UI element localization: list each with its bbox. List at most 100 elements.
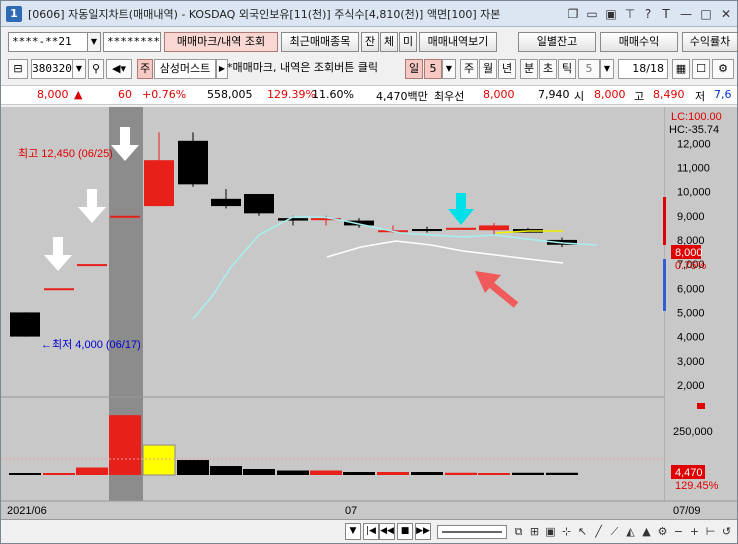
maximize-small-icon[interactable]: ▣	[602, 5, 620, 23]
crosshair-icon[interactable]: ⊹	[559, 523, 574, 540]
checkbox-icon[interactable]: ☐	[692, 59, 710, 79]
chart-type-icon[interactable]: ▲	[639, 523, 654, 540]
period-year-button[interactable]: 년	[498, 59, 516, 79]
low-price: 7,6	[714, 88, 732, 101]
chart-navigation: ▼ |◀ ◀◀ ■ ▶▶ ⧉ ⊞ ▣ ⊹ ↖ ╱ ⟋ ◭ ▲ ⚙ − + ⊢ ↺	[1, 519, 737, 543]
stock-name-field[interactable]: 삼성머스트	[154, 59, 216, 79]
recent-trades-button[interactable]: 최근매매종목	[281, 32, 359, 52]
trade-profit-button[interactable]: 매매수익	[600, 32, 678, 52]
turnover-rate: 11.60%	[312, 88, 354, 101]
volume-scale-marker	[697, 403, 705, 409]
account-dropdown-icon[interactable]: ▼	[87, 32, 101, 52]
zoom-slider[interactable]	[437, 525, 507, 539]
period-tick-button[interactable]: 틱	[558, 59, 576, 79]
zoom-out-icon[interactable]: −	[671, 523, 686, 540]
volume-bar	[310, 470, 342, 475]
scroll-forward-icon[interactable]: ▶▶	[415, 523, 431, 540]
minimize-icon[interactable]: —	[677, 5, 695, 23]
period-week-button[interactable]: 주	[460, 59, 478, 79]
price-chart[interactable]: 최고 12,450 (06/25) ←최저 4,000 (06/17) 12,0…	[1, 107, 737, 519]
tick-dropdown-icon[interactable]: ▼	[600, 59, 614, 79]
scroll-down-icon[interactable]: ▼	[345, 523, 361, 540]
stock-code-dropdown-icon[interactable]: ▼	[72, 59, 86, 79]
period-day-button[interactable]: 일	[405, 59, 423, 79]
date-axis	[1, 501, 737, 519]
password-input[interactable]: *********	[103, 32, 161, 52]
scroll-first-icon[interactable]: |◀	[363, 523, 379, 540]
arrow-icon[interactable]: ↖	[575, 523, 590, 540]
account-input[interactable]: ****-**21	[8, 32, 88, 52]
best-ask: 8,000	[483, 88, 515, 101]
candle-body	[479, 225, 509, 231]
tick-value-field[interactable]: 5	[578, 59, 600, 79]
candle-body	[446, 227, 476, 230]
close-icon[interactable]: ✕	[717, 5, 735, 23]
period-value-field[interactable]: 5	[424, 59, 442, 79]
scroll-back-icon[interactable]: ◀◀	[379, 523, 395, 540]
pin-icon[interactable]: ⊤	[621, 5, 639, 23]
price-summary: 8,000 ▲ 60 +0.76% 558,005 129.39% 11.60%…	[1, 85, 737, 105]
period-minute-button[interactable]: 분	[520, 59, 538, 79]
speaker-icon[interactable]: ◀▾	[106, 59, 132, 79]
current-price: 8,000	[37, 88, 69, 101]
shape-icon[interactable]: ◭	[623, 523, 638, 540]
layout-icon[interactable]: ⊟	[8, 59, 28, 79]
trade-history-button[interactable]: 매매내역보기	[419, 32, 497, 52]
grid-icon[interactable]: ⊞	[527, 523, 542, 540]
yield-button[interactable]: 수익률차	[682, 32, 738, 52]
volume-bar	[411, 472, 443, 475]
window-icon[interactable]: ▣	[543, 523, 558, 540]
window-number-icon[interactable]: 1	[6, 6, 22, 22]
trend-icon[interactable]: ⟋	[607, 523, 622, 540]
page-count-field[interactable]: 18/18	[618, 59, 668, 79]
candle-body	[244, 194, 274, 214]
period-month-button[interactable]: 월	[479, 59, 497, 79]
zoom-in-icon[interactable]: +	[687, 523, 702, 540]
stop-icon[interactable]: ■	[397, 523, 413, 540]
period-dropdown-icon[interactable]: ▼	[442, 59, 456, 79]
price-axis-tick: 6,000	[677, 283, 705, 295]
layout-icon-2[interactable]: ⧉	[511, 523, 526, 540]
executed-button[interactable]: 체	[380, 32, 398, 52]
up-arrow-icon: ▲	[74, 88, 83, 101]
text-size-icon[interactable]: T	[657, 5, 675, 23]
best-bid: 7,940	[538, 88, 570, 101]
candle-body	[278, 218, 308, 221]
help-icon[interactable]: ?	[639, 5, 657, 23]
line-tool-icon[interactable]: ╱	[591, 523, 606, 540]
fit-icon[interactable]: ⊢	[703, 523, 718, 540]
reset-icon[interactable]: ↺	[719, 523, 734, 540]
date-right: 07/09	[673, 505, 701, 517]
volume-ratio: 129.39%	[267, 88, 316, 101]
date-mid: 07	[345, 505, 357, 517]
daily-balance-button[interactable]: 일별잔고	[518, 32, 596, 52]
table-icon[interactable]: ▦	[672, 59, 690, 79]
settings-icon[interactable]: ⚙	[712, 59, 734, 79]
stock-code-input[interactable]: 380320	[31, 59, 73, 79]
price-axis-tick: 5,000	[677, 307, 705, 319]
restore-icon[interactable]: ❐	[564, 5, 582, 23]
volume-bar	[177, 460, 209, 475]
search-icon[interactable]: ⚲	[88, 59, 104, 79]
mark-view-button[interactable]: 매매마크/내역 조회	[164, 32, 278, 52]
account-toolbar: ****-**21 ▼ ********* 매매마크/내역 조회 최근매매종목 …	[1, 28, 738, 56]
minimize-small-icon[interactable]: ▭	[583, 5, 601, 23]
period-second-button[interactable]: 초	[539, 59, 557, 79]
candle-body	[178, 140, 208, 185]
low-label: 저	[695, 90, 706, 103]
chart-canvas[interactable]: 최고 12,450 (06/25) ←최저 4,000 (06/17) 12,0…	[1, 107, 737, 519]
unfilled-button[interactable]: 미	[399, 32, 417, 52]
red-scale-bar	[663, 197, 666, 245]
stock-toolbar: ⊟ 380320 ▼ ⚲ ◀▾ 주 삼성머스트 ▶ *매매마크, 내역은 조회버…	[1, 56, 737, 82]
stock-type-button[interactable]: 주	[137, 59, 153, 79]
trade-amount: 4,470백만	[376, 90, 428, 103]
volume-bar	[377, 472, 409, 475]
price-axis-tick: 4,000	[677, 332, 705, 344]
maximize-icon[interactable]: □	[697, 5, 715, 23]
volume-bar	[243, 469, 275, 475]
date-left: 2021/06	[7, 505, 47, 517]
gear-small-icon[interactable]: ⚙	[655, 523, 670, 540]
balance-button[interactable]: 잔	[361, 32, 379, 52]
current-price-tag: 8,000	[675, 247, 703, 259]
blue-scale-bar	[663, 259, 666, 311]
